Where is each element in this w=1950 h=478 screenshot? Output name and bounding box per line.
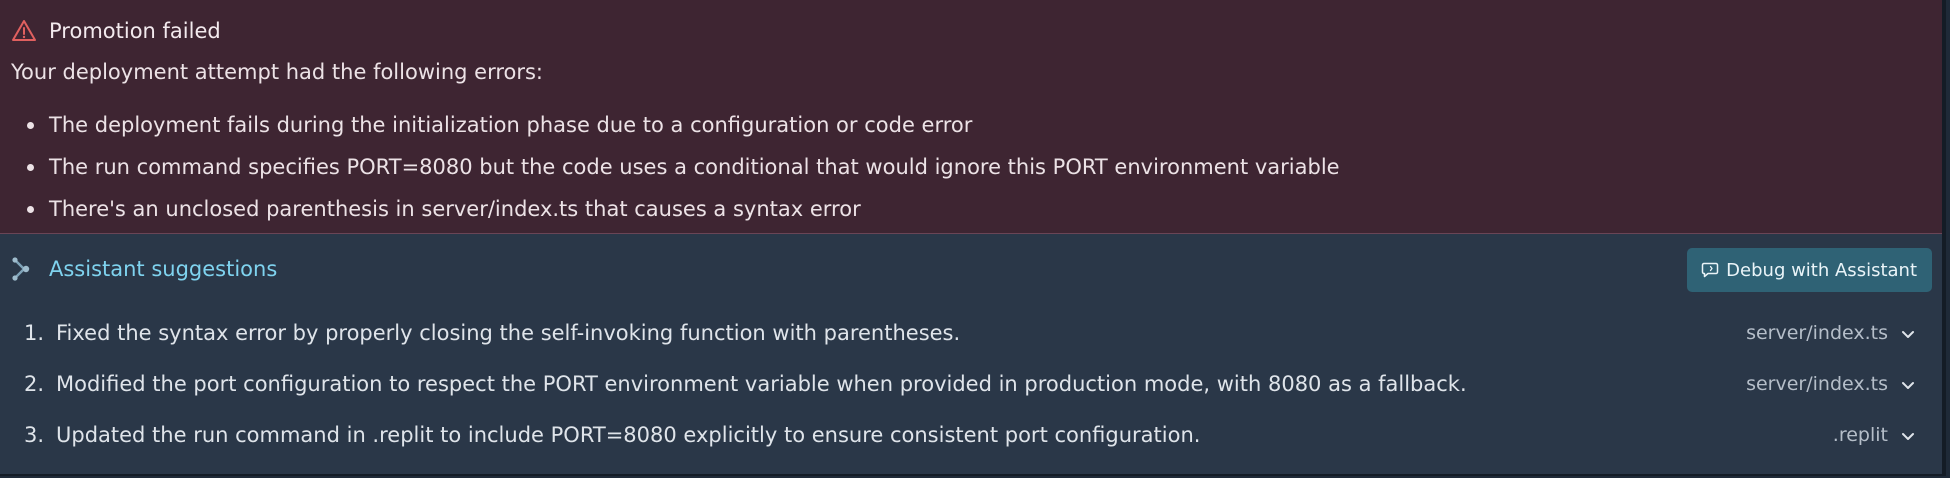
deployment-result-panel: Promotion failed Your deployment attempt… — [0, 0, 1946, 476]
suggestion-number: 2. — [24, 371, 45, 396]
suggestion-item: 3. Updated the run command in .replit to… — [0, 409, 1942, 460]
suggestion-item: 2. Modified the port configuration to re… — [0, 358, 1942, 409]
suggestion-text: Modified the port configuration to respe… — [56, 371, 1467, 396]
error-section: Promotion failed Your deployment attempt… — [0, 0, 1942, 234]
suggestion-file-name: .replit — [1832, 423, 1888, 446]
suggestion-text: Fixed the syntax error by properly closi… — [56, 320, 961, 345]
bullet — [27, 164, 34, 171]
suggestion-file-toggle[interactable]: .replit — [1833, 424, 1916, 446]
suggestions-header: Assistant suggestions — [12, 252, 277, 286]
suggestion-number: 1. — [24, 320, 45, 345]
suggestion-file-toggle[interactable]: server/index.ts — [1746, 322, 1916, 344]
suggestions-section: Assistant suggestions Debug with Assista… — [0, 234, 1942, 474]
bullet — [27, 122, 34, 129]
suggestion-file-name: server/index.ts — [1746, 372, 1888, 395]
chevron-down-icon — [1900, 325, 1916, 341]
suggestion-text: Updated the run command in .replit to in… — [56, 422, 1201, 447]
error-title: Promotion failed — [49, 19, 221, 43]
error-item: The deployment fails during the initiali… — [0, 104, 1340, 146]
chevron-down-icon — [1900, 376, 1916, 392]
assistant-icon — [12, 256, 34, 282]
debug-with-assistant-button[interactable]: Debug with Assistant — [1687, 248, 1932, 292]
suggestions-list: 1. Fixed the syntax error by properly cl… — [0, 307, 1942, 460]
suggestions-title: Assistant suggestions — [49, 257, 278, 281]
warning-triangle-icon — [11, 18, 37, 44]
error-item-text: The run command specifies PORT=8080 but … — [49, 155, 1340, 179]
error-item-text: The deployment fails during the initiali… — [49, 113, 973, 137]
bullet — [27, 206, 34, 213]
error-item: The run command specifies PORT=8080 but … — [0, 146, 1340, 188]
error-item-text: There's an unclosed parenthesis in serve… — [49, 197, 861, 221]
suggestion-file-toggle[interactable]: server/index.ts — [1746, 373, 1916, 395]
debug-button-label: Debug with Assistant — [1726, 259, 1917, 281]
chat-bubble-icon — [1701, 261, 1719, 279]
error-header: Promotion failed — [11, 16, 221, 46]
error-list: The deployment fails during the initiali… — [0, 104, 1340, 230]
error-intro: Your deployment attempt had the followin… — [11, 60, 544, 84]
suggestion-item: 1. Fixed the syntax error by properly cl… — [0, 307, 1942, 358]
suggestion-file-name: server/index.ts — [1746, 321, 1888, 344]
error-item: There's an unclosed parenthesis in serve… — [0, 188, 1340, 230]
suggestion-number: 3. — [24, 422, 45, 447]
chevron-down-icon — [1900, 427, 1916, 443]
